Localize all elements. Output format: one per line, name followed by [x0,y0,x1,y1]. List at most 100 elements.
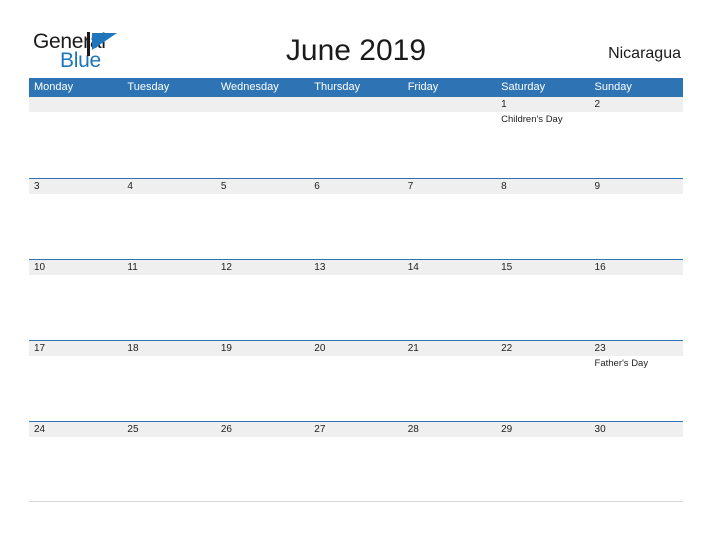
weekday-header-monday: Monday [34,81,74,93]
day-cell[interactable] [403,437,496,502]
weekday-header-sunday: Sunday [594,81,632,93]
week-date-band: 3 4 5 6 7 8 9 [29,179,683,194]
day-cell[interactable] [590,275,683,340]
day-number[interactable]: 14 [403,260,496,275]
day-number[interactable]: 27 [309,422,402,437]
day-cell[interactable] [309,356,402,421]
day-number[interactable]: 4 [122,179,215,194]
day-number[interactable]: 18 [122,341,215,356]
day-cell[interactable] [496,194,589,259]
day-event: Children's Day [501,114,563,125]
day-cell[interactable] [122,112,215,177]
day-cell[interactable]: Father's Day [590,356,683,421]
day-number[interactable]: 22 [496,341,589,356]
day-number[interactable]: 20 [309,341,402,356]
day-cell[interactable] [29,194,122,259]
calendar-week-row: 24 25 26 27 28 29 30 [29,421,683,502]
day-cell[interactable] [496,275,589,340]
day-number[interactable]: 23 [590,341,683,356]
day-cell[interactable] [29,356,122,421]
day-number[interactable]: 30 [590,422,683,437]
weekday-header-tuesday: Tuesday [127,81,170,93]
week-date-band: 17 18 19 20 21 22 23 [29,341,683,356]
day-cell[interactable] [122,437,215,502]
weekday-header-thursday: Thursday [314,81,361,93]
day-cell[interactable] [216,275,309,340]
week-date-band: 24 25 26 27 28 29 30 [29,422,683,437]
day-cell[interactable] [122,194,215,259]
day-number[interactable]: 6 [309,179,402,194]
day-number[interactable]: 19 [216,341,309,356]
calendar-week-row: 10 11 12 13 14 15 16 [29,259,683,340]
day-cell[interactable] [309,112,402,177]
day-cell[interactable] [309,194,402,259]
day-cell[interactable] [403,194,496,259]
week-event-area: Children's Day [29,112,683,177]
day-cell[interactable] [590,437,683,502]
day-number[interactable]: 8 [496,179,589,194]
day-number[interactable]: 26 [216,422,309,437]
weekday-header-saturday: Saturday [501,81,546,93]
day-cell[interactable] [496,437,589,502]
day-cell[interactable] [216,437,309,502]
week-event-area [29,275,683,340]
day-cell[interactable] [309,437,402,502]
day-number[interactable]: 5 [216,179,309,194]
day-number[interactable]: 21 [403,341,496,356]
day-number[interactable] [122,97,215,112]
weekday-header-wednesday: Wednesday [220,81,279,93]
day-cell[interactable] [403,356,496,421]
day-number[interactable] [29,97,122,112]
day-cell[interactable] [122,275,215,340]
day-number[interactable]: 11 [122,260,215,275]
day-cell[interactable] [216,194,309,259]
day-cell[interactable] [309,275,402,340]
day-cell[interactable] [29,275,122,340]
day-number[interactable]: 7 [403,179,496,194]
general-blue-logo[interactable]: General Blue [33,31,143,71]
calendar-grid: Monday Tuesday Wednesday Thursday Friday… [29,78,683,502]
week-event-area [29,194,683,259]
day-number[interactable]: 28 [403,422,496,437]
day-number[interactable]: 12 [216,260,309,275]
day-cell[interactable] [216,112,309,177]
day-number[interactable] [309,97,402,112]
weekday-header-row: Monday Tuesday Wednesday Thursday Friday… [29,78,683,97]
page-title: June 2019 [285,34,427,67]
day-number[interactable]: 10 [29,260,122,275]
day-number[interactable] [403,97,496,112]
day-number[interactable]: 16 [590,260,683,275]
week-event-area: Father's Day [29,356,683,421]
day-number[interactable]: 24 [29,422,122,437]
day-number[interactable]: 2 [590,97,683,112]
calendar-week-row: 17 18 19 20 21 22 23 Father's Day [29,340,683,421]
day-number[interactable]: 25 [122,422,215,437]
day-number[interactable]: 1 [496,97,589,112]
day-number[interactable]: 17 [29,341,122,356]
day-cell[interactable] [403,112,496,177]
day-number[interactable]: 15 [496,260,589,275]
calendar-week-row: 1 2 Children's Day [29,97,683,178]
blue-flag-triangle-icon [87,32,119,56]
day-cell[interactable] [496,356,589,421]
calendar-week-row: 3 4 5 6 7 8 9 [29,178,683,259]
day-cell[interactable] [122,356,215,421]
day-cell[interactable]: Children's Day [496,112,589,177]
region-label: Nicaragua [608,45,681,62]
week-event-area [29,437,683,502]
page-header: General Blue June 2019 Nicaragua [0,0,712,78]
day-cell[interactable] [590,112,683,177]
day-cell[interactable] [590,194,683,259]
week-date-band: 10 11 12 13 14 15 16 [29,260,683,275]
day-number[interactable]: 29 [496,422,589,437]
day-number[interactable]: 13 [309,260,402,275]
day-cell[interactable] [29,437,122,502]
day-cell[interactable] [216,356,309,421]
day-number[interactable]: 9 [590,179,683,194]
weekday-header-friday: Friday [407,81,439,93]
day-event: Father's Day [594,358,649,369]
day-cell[interactable] [403,275,496,340]
day-number[interactable]: 3 [29,179,122,194]
day-number[interactable] [216,97,309,112]
day-cell[interactable] [29,112,122,177]
